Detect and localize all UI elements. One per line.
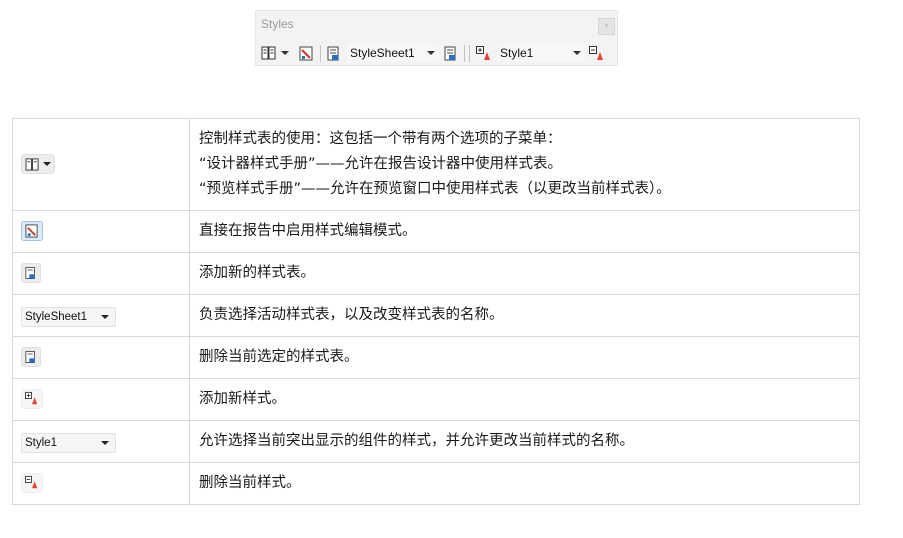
chevron-down-icon [573,51,581,55]
style-select-sample: Style1 [21,432,116,453]
add-stylesheet-icon [327,46,339,60]
stylesheet-select[interactable]: StyleSheet1 [347,44,439,62]
chevron-down-icon [101,440,109,445]
panel-title: Styles [261,17,294,31]
table-row: Style1 允许选择当前突出显示的组件的样式，并允许更改当前样式的名称。 [12,420,860,463]
description-cell: 控制样式表的使用：这包括一个带有两个选项的子菜单： “设计器样式手册”——允许在… [189,118,860,211]
table-row: 添加新的样式表。 [12,252,860,295]
icon-cell: StyleSheet1 [12,294,190,337]
edit-style-icon [299,46,312,60]
use-stylesheet-button[interactable] [258,43,292,63]
toolbar-reference-table: 控制样式表的使用：这包括一个带有两个选项的子菜单： “设计器样式手册”——允许在… [12,118,860,505]
description-cell: 添加新的样式表。 [189,252,860,295]
delete-stylesheet-icon [25,351,35,363]
delete-style-button[interactable] [587,43,607,63]
styles-toolbar: StyleSheet1 Style1 [258,42,615,64]
delete-stylesheet-button[interactable] [442,43,460,63]
icon-cell [12,462,190,505]
table-row: 删除当前选定的样式表。 [12,336,860,379]
description-line: “预览样式手册”——允许在预览窗口中使用样式表（以更改当前样式表）。 [199,181,671,197]
toolbar-separator [320,44,321,62]
chevron-down-icon [427,51,435,55]
stylesheet-select-value: StyleSheet1 [350,46,415,60]
table-row: 添加新样式。 [12,378,860,421]
icon-cell [12,118,190,211]
edit-style-icon [25,224,38,238]
stylesheet-book-icon [25,158,39,171]
add-stylesheet-icon [25,267,35,279]
edit-style-mode-button[interactable] [296,43,316,63]
description-line: 控制样式表的使用：这包括一个带有两个选项的子菜单： [199,131,562,147]
icon-cell [12,336,190,379]
description-cell: 负责选择活动样式表，以及改变样式表的名称。 [189,294,860,337]
delete-style-icon [25,476,38,489]
add-style-button[interactable] [474,43,494,63]
delete-stylesheet-icon [444,46,456,60]
chevron-down-icon [281,51,289,55]
styles-panel: Styles ‹ StyleSheet1 Style1 [255,10,618,66]
stylesheet-select-sample: StyleSheet1 [21,306,116,327]
use-stylesheet-chip [21,154,55,175]
table-row: 直接在报告中启用样式编辑模式。 [12,210,860,253]
delete-style-chip [21,472,43,493]
panel-close-button[interactable]: ‹ [598,18,615,35]
description-cell: 允许选择当前突出显示的组件的样式，并允许更改当前样式的名称。 [189,420,860,463]
icon-cell [12,252,190,295]
description-line: “设计器样式手册”——允许在报告设计器中使用样式表。 [199,156,563,172]
icon-cell [12,210,190,253]
delete-style-icon [589,45,603,60]
delete-stylesheet-chip [21,347,41,367]
add-style-icon [25,392,38,405]
edit-style-chip [21,221,43,241]
table-row: 控制样式表的使用：这包括一个带有两个选项的子菜单： “设计器样式手册”——允许在… [12,118,860,211]
chevron-down-icon [101,314,109,319]
description-cell: 直接在报告中启用样式编辑模式。 [189,210,860,253]
description-cell: 添加新样式。 [189,378,860,421]
table-row: 删除当前样式。 [12,462,860,505]
table-row: StyleSheet1 负责选择活动样式表，以及改变样式表的名称。 [12,294,860,337]
description-cell: 删除当前选定的样式表。 [189,336,860,379]
add-style-chip [21,388,43,409]
toolbar-separator [469,44,470,62]
chevron-down-icon [43,162,51,167]
style-select[interactable]: Style1 [497,44,585,62]
add-style-icon [476,45,490,60]
description-cell: 删除当前样式。 [189,462,860,505]
add-stylesheet-button[interactable] [325,43,343,63]
icon-cell [12,378,190,421]
icon-cell: Style1 [12,420,190,463]
style-select-sample-value: Style1 [25,436,57,449]
style-select-value: Style1 [500,46,534,60]
stylesheet-select-sample-value: StyleSheet1 [25,310,88,323]
stylesheet-book-icon [261,46,276,60]
toolbar-separator [464,44,465,62]
add-stylesheet-chip [21,263,41,283]
